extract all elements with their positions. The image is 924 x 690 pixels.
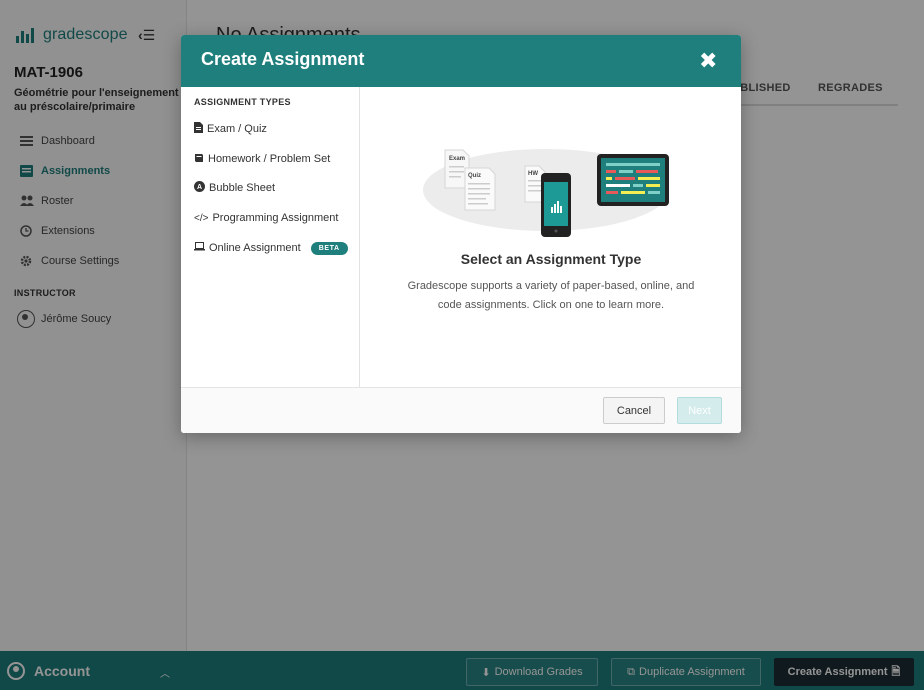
next-button[interactable]: Next (677, 397, 722, 424)
modal-footer: Cancel Next (181, 387, 741, 433)
type-label: Online Assignment (209, 242, 301, 254)
type-online[interactable]: Online Assignment BETA (194, 238, 348, 258)
type-label: Homework / Problem Set (208, 153, 331, 165)
type-label: Bubble Sheet (209, 182, 276, 194)
assignment-types-header: ASSIGNMENT TYPES (194, 97, 291, 107)
code-icon: </> (194, 212, 209, 224)
close-icon[interactable]: ✖ (699, 50, 717, 72)
type-label: Programming Assignment (212, 212, 339, 224)
assignment-types-panel: ASSIGNMENT TYPES Exam / Quiz Homework / … (181, 87, 360, 387)
select-type-description: Gradescope supports a variety of paper-b… (407, 280, 695, 311)
type-programming[interactable]: </> Programming Assignment (194, 208, 338, 228)
create-assignment-modal: Create Assignment ✖ ASSIGNMENT TYPES Exa… (181, 35, 741, 433)
beta-badge: BETA (310, 241, 348, 255)
file-icon (194, 122, 203, 136)
book-icon (194, 153, 204, 166)
quiz-doc-label: Quiz (468, 173, 481, 179)
select-type-title: Select an Assignment Type (460, 251, 642, 267)
exam-doc-label: Exam (449, 156, 465, 162)
type-bubble-sheet[interactable]: A Bubble Sheet (194, 178, 275, 198)
modal-header: Create Assignment ✖ (181, 35, 741, 87)
modal-title: Create Assignment (201, 49, 365, 69)
svg-text:A: A (197, 184, 202, 191)
cancel-button[interactable]: Cancel (603, 397, 665, 424)
assignment-types-illustration: Exam Quiz HW (423, 149, 669, 237)
hw-doc-label: HW (528, 171, 538, 177)
laptop-icon (194, 242, 205, 254)
type-homework[interactable]: Homework / Problem Set (194, 149, 330, 169)
type-exam-quiz[interactable]: Exam / Quiz (194, 119, 267, 139)
type-label: Exam / Quiz (207, 123, 267, 135)
bubble-icon: A (194, 181, 205, 195)
modal-content: Exam Quiz HW Select an Assignment Type G… (361, 87, 741, 387)
